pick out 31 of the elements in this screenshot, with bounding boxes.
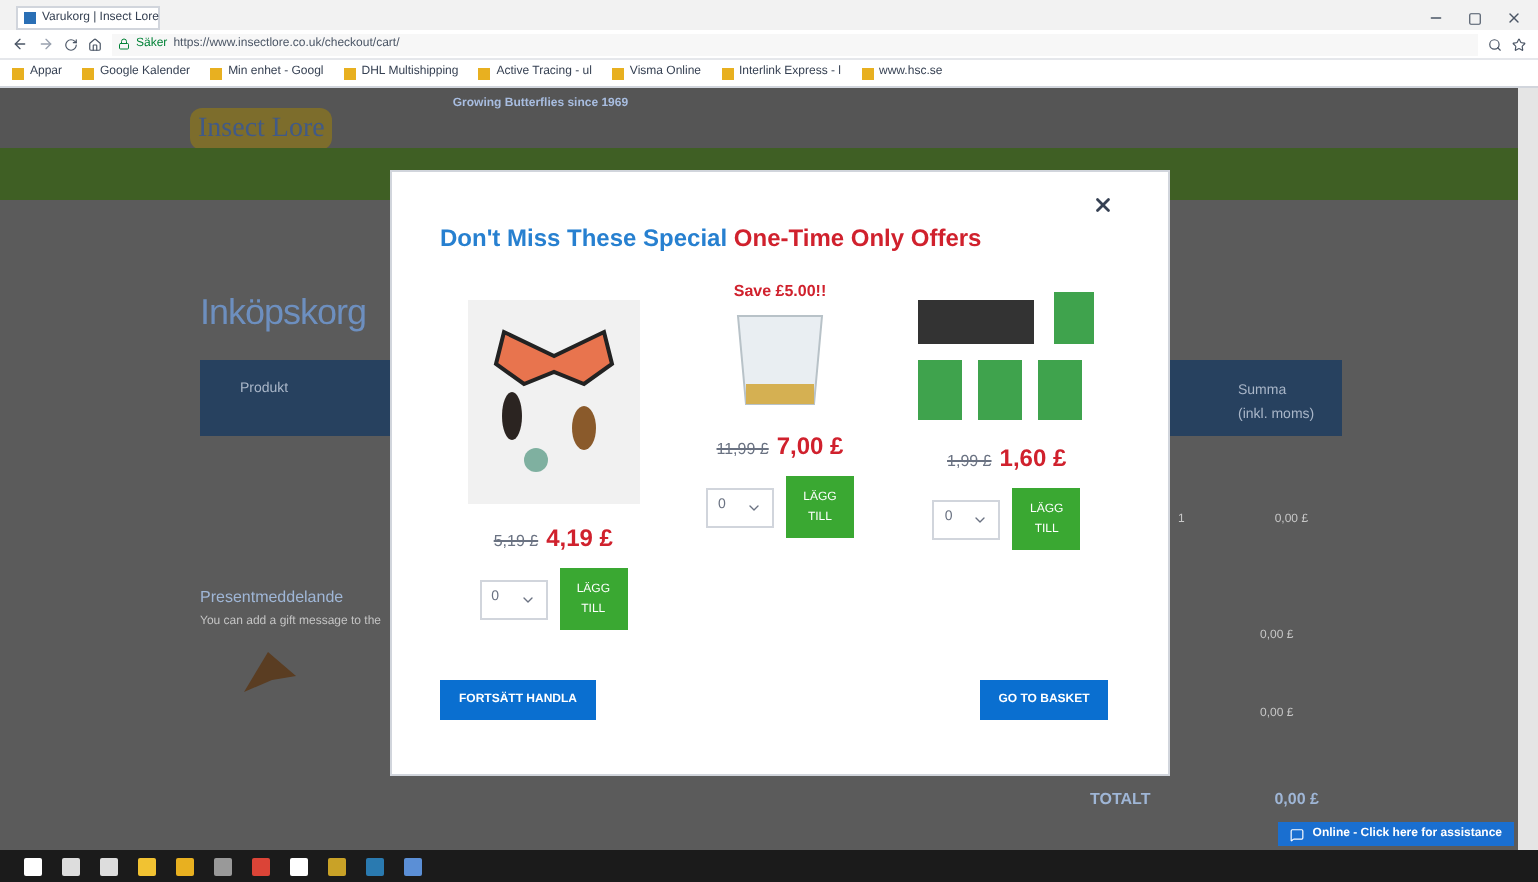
page-heading: Inköpskorg xyxy=(200,290,367,336)
save-text: Save £5.00!! xyxy=(733,284,827,300)
taskbar-app-icon[interactable] xyxy=(62,857,80,875)
taskbar-app-icon[interactable] xyxy=(290,857,308,875)
chat-icon xyxy=(1290,827,1305,841)
taskbar-app-icon[interactable] xyxy=(138,857,156,875)
reload-icon[interactable] xyxy=(64,37,78,51)
close-icon[interactable] xyxy=(1506,10,1522,26)
old-price: 5,19 £ xyxy=(493,530,539,554)
close-icon[interactable] xyxy=(1092,194,1114,216)
total-value: 0,00 £ xyxy=(1274,788,1319,812)
taskbar-app-icon[interactable] xyxy=(24,857,42,875)
offer-price: 4,19 £ xyxy=(546,522,613,556)
lock-icon xyxy=(118,38,130,50)
favicon-icon xyxy=(24,12,36,24)
dialog-title: Don't Miss These Special One-Time Only Offers xyxy=(440,222,984,256)
old-price: 1,99 £ xyxy=(947,450,992,474)
gift-title: Presentmeddelande xyxy=(200,586,344,610)
star-icon[interactable] xyxy=(1512,37,1526,51)
old-price: 11,99 £ xyxy=(716,438,769,462)
taskbar-app-icon[interactable] xyxy=(214,857,232,875)
search-icon[interactable] xyxy=(1488,37,1502,51)
offer-price: 1,60 £ xyxy=(999,442,1067,476)
maximize-icon[interactable] xyxy=(1468,12,1482,26)
back-icon[interactable] xyxy=(12,36,28,52)
home-icon[interactable] xyxy=(88,37,102,51)
total-label: TOTALT xyxy=(1090,788,1151,812)
taskbar-app-icon[interactable] xyxy=(176,857,194,875)
taskbar-app-icon[interactable] xyxy=(328,857,346,875)
offer-price: 7,00 £ xyxy=(776,430,844,464)
taskbar-app-icon[interactable] xyxy=(100,857,118,875)
